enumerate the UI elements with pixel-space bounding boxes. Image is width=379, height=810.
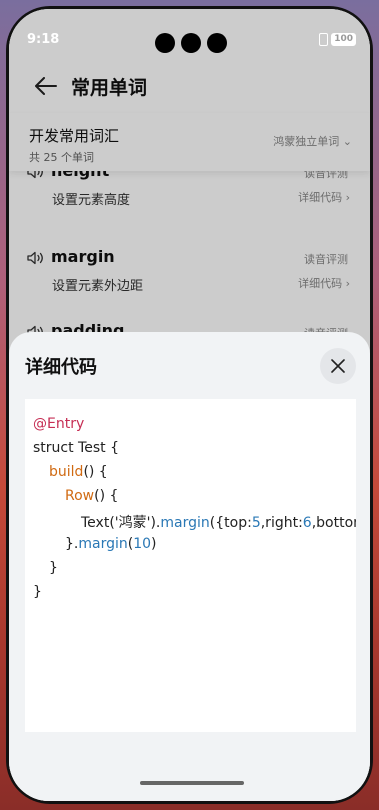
code-block: @Entry struct Test { build() { Row() { T…: [25, 399, 356, 732]
code-line: build() {: [49, 464, 108, 480]
camera-hole-icon: [155, 33, 175, 53]
camera-hole-icon: [207, 33, 227, 53]
status-bar: 9:18 100: [9, 9, 370, 53]
battery-indicator: 100: [319, 33, 356, 46]
close-icon: [331, 359, 345, 373]
code-line: struct Test {: [33, 440, 119, 456]
screen: 9:18 100 常用单词 开发常用词汇 共 25 个单词 鸿蒙独立单词 ⌄ 读…: [9, 9, 370, 801]
camera-hole-icon: [181, 33, 201, 53]
code-line: }: [33, 584, 42, 600]
code-line: Row() {: [65, 488, 119, 504]
status-time: 9:18: [27, 32, 60, 47]
code-sheet: 详细代码 @Entry struct Test { build() { Row(…: [9, 332, 370, 801]
code-line: }.margin(10): [65, 536, 157, 552]
home-indicator[interactable]: [140, 781, 244, 785]
code-line: }: [49, 560, 58, 576]
phone-frame: 9:18 100 常用单词 开发常用词汇 共 25 个单词 鸿蒙独立单词 ⌄ 读…: [6, 6, 373, 804]
code-line: Text('鸿蒙').margin({top:5,right:6,bottom:: [81, 515, 356, 531]
sim-icon: [319, 33, 329, 46]
code-line: @Entry: [33, 416, 85, 432]
battery-icon: 100: [331, 33, 356, 46]
sheet-title: 详细代码: [25, 357, 97, 378]
close-button[interactable]: [320, 348, 356, 384]
